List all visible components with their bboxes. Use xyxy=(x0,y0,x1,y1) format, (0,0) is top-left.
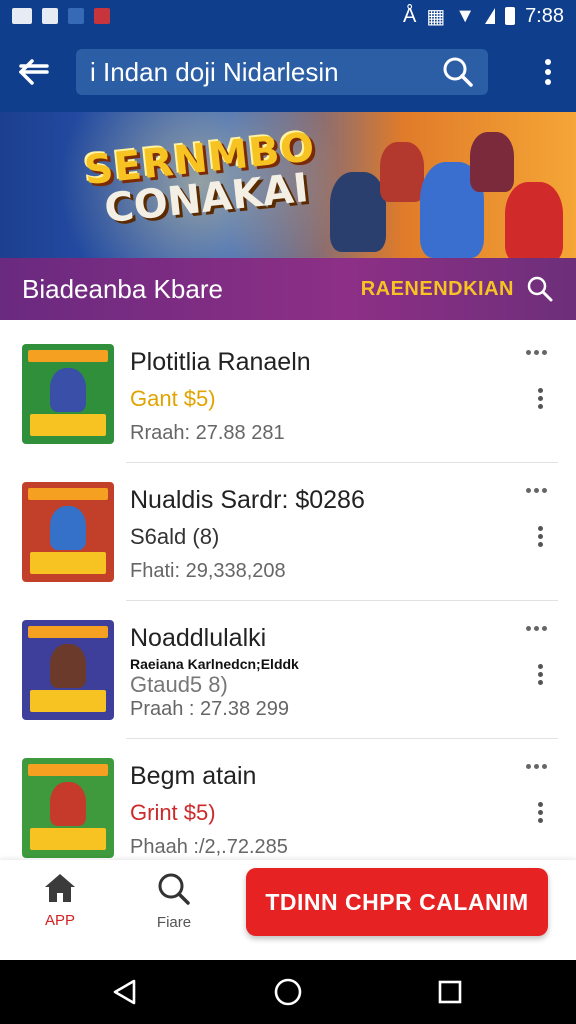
back-triangle-icon[interactable] xyxy=(106,974,142,1010)
item-extra: Raeiana Karlnedcn;Elddk xyxy=(130,656,299,672)
bottom-bar: APP Fiare TDINN CHPR CALANIM xyxy=(0,860,576,960)
item-price: Gant $5) xyxy=(130,386,216,411)
section-title: Biadeanba Kbare xyxy=(22,273,223,304)
item-meta: Fhati: 29,338,208 xyxy=(130,560,286,582)
recents-square-icon[interactable] xyxy=(432,974,468,1010)
item-meta: Praah : 27.38 299 xyxy=(130,698,290,720)
notification-icon xyxy=(42,8,58,24)
list-item[interactable]: Begm atain Grint $5) Phaah :/2,.72.285 xyxy=(0,734,576,860)
list-item[interactable]: Nualdis Sardr: $0286 S6ald (8) Fhati: 29,3… xyxy=(0,458,576,601)
item-title: Begm atain xyxy=(130,762,257,790)
cta-button[interactable]: TDINN CHPR CALANIM xyxy=(246,868,548,936)
chrome-icon xyxy=(94,8,110,24)
status-bar: Å ▦ ▼ 7:88 xyxy=(0,0,576,32)
character-figure xyxy=(505,182,563,258)
tab-search-label: Fiare xyxy=(156,914,192,931)
back-arrow-icon[interactable] xyxy=(14,52,54,92)
character-figure xyxy=(470,132,514,192)
search-icon[interactable] xyxy=(526,275,554,303)
wifi-icon: ▼ xyxy=(455,4,476,27)
tab-search[interactable]: Fiare xyxy=(134,872,214,942)
item-title: Noaddlulalki xyxy=(130,624,267,652)
game-thumbnail xyxy=(22,758,114,858)
home-icon xyxy=(45,874,75,902)
tab-app[interactable]: APP xyxy=(20,872,100,942)
battery-icon xyxy=(505,7,516,25)
search-icon xyxy=(158,873,190,905)
item-title: Plotitlia Ranaeln xyxy=(130,348,311,376)
search-text: i Indan doji Nidarlesin xyxy=(90,56,339,87)
game-list: Plotitlia Ranaeln Gant $5) Rraah: 27.88 28… xyxy=(0,320,576,860)
item-meta: Phaah :/2,.72.285 xyxy=(130,836,288,858)
character-figure xyxy=(380,142,424,202)
section-header: Biadeanba Kbare RAENENDKIAN xyxy=(0,258,576,320)
app-screen: Å ▦ ▼ 7:88 i Indan doji Nidarlesin SERNM… xyxy=(0,0,576,1024)
more-horizontal-icon[interactable] xyxy=(526,626,550,634)
clock: 7:88 xyxy=(525,4,564,27)
more-horizontal-icon[interactable] xyxy=(526,350,550,358)
item-meta: Rraah: 27.88 281 xyxy=(130,422,285,444)
app-bar: i Indan doji Nidarlesin xyxy=(0,32,576,112)
more-horizontal-icon[interactable] xyxy=(526,488,550,496)
search-icon[interactable] xyxy=(442,56,474,88)
item-price: S6ald (8) xyxy=(130,524,220,549)
vibrate-icon: ▦ xyxy=(426,5,446,28)
overflow-menu-icon[interactable] xyxy=(536,388,544,412)
bluetooth-icon: Å xyxy=(403,4,417,27)
overflow-menu-icon[interactable] xyxy=(536,802,544,826)
image-icon xyxy=(12,8,32,24)
item-price: Grint $5) xyxy=(130,800,216,825)
promo-banner[interactable]: SERNMBO CONAKAI xyxy=(0,112,576,258)
app-icon xyxy=(68,8,84,24)
list-item[interactable]: Plotitlia Ranaeln Gant $5) Rraah: 27.88 28… xyxy=(0,320,576,463)
home-circle-icon[interactable] xyxy=(270,974,306,1010)
search-input[interactable]: i Indan doji Nidarlesin xyxy=(76,49,488,95)
more-horizontal-icon[interactable] xyxy=(526,764,550,772)
overflow-menu-icon[interactable] xyxy=(536,664,544,688)
game-thumbnail xyxy=(22,620,114,720)
game-thumbnail xyxy=(22,482,114,582)
game-thumbnail xyxy=(22,344,114,444)
overflow-menu-icon[interactable] xyxy=(534,52,562,92)
item-title: Nualdis Sardr: $0286 xyxy=(130,486,365,514)
signal-icon xyxy=(485,8,496,24)
overflow-menu-icon[interactable] xyxy=(536,526,544,550)
list-item[interactable]: Noaddlulalki Raeiana Karlnedcn;Elddk Gtaud… xyxy=(0,596,576,739)
system-nav-bar xyxy=(0,960,576,1024)
item-price: Gtaud5 8) xyxy=(130,672,228,697)
section-promo-link[interactable]: RAENENDKIAN xyxy=(361,278,514,301)
character-figure xyxy=(330,172,386,252)
tab-app-label: APP xyxy=(44,912,75,929)
